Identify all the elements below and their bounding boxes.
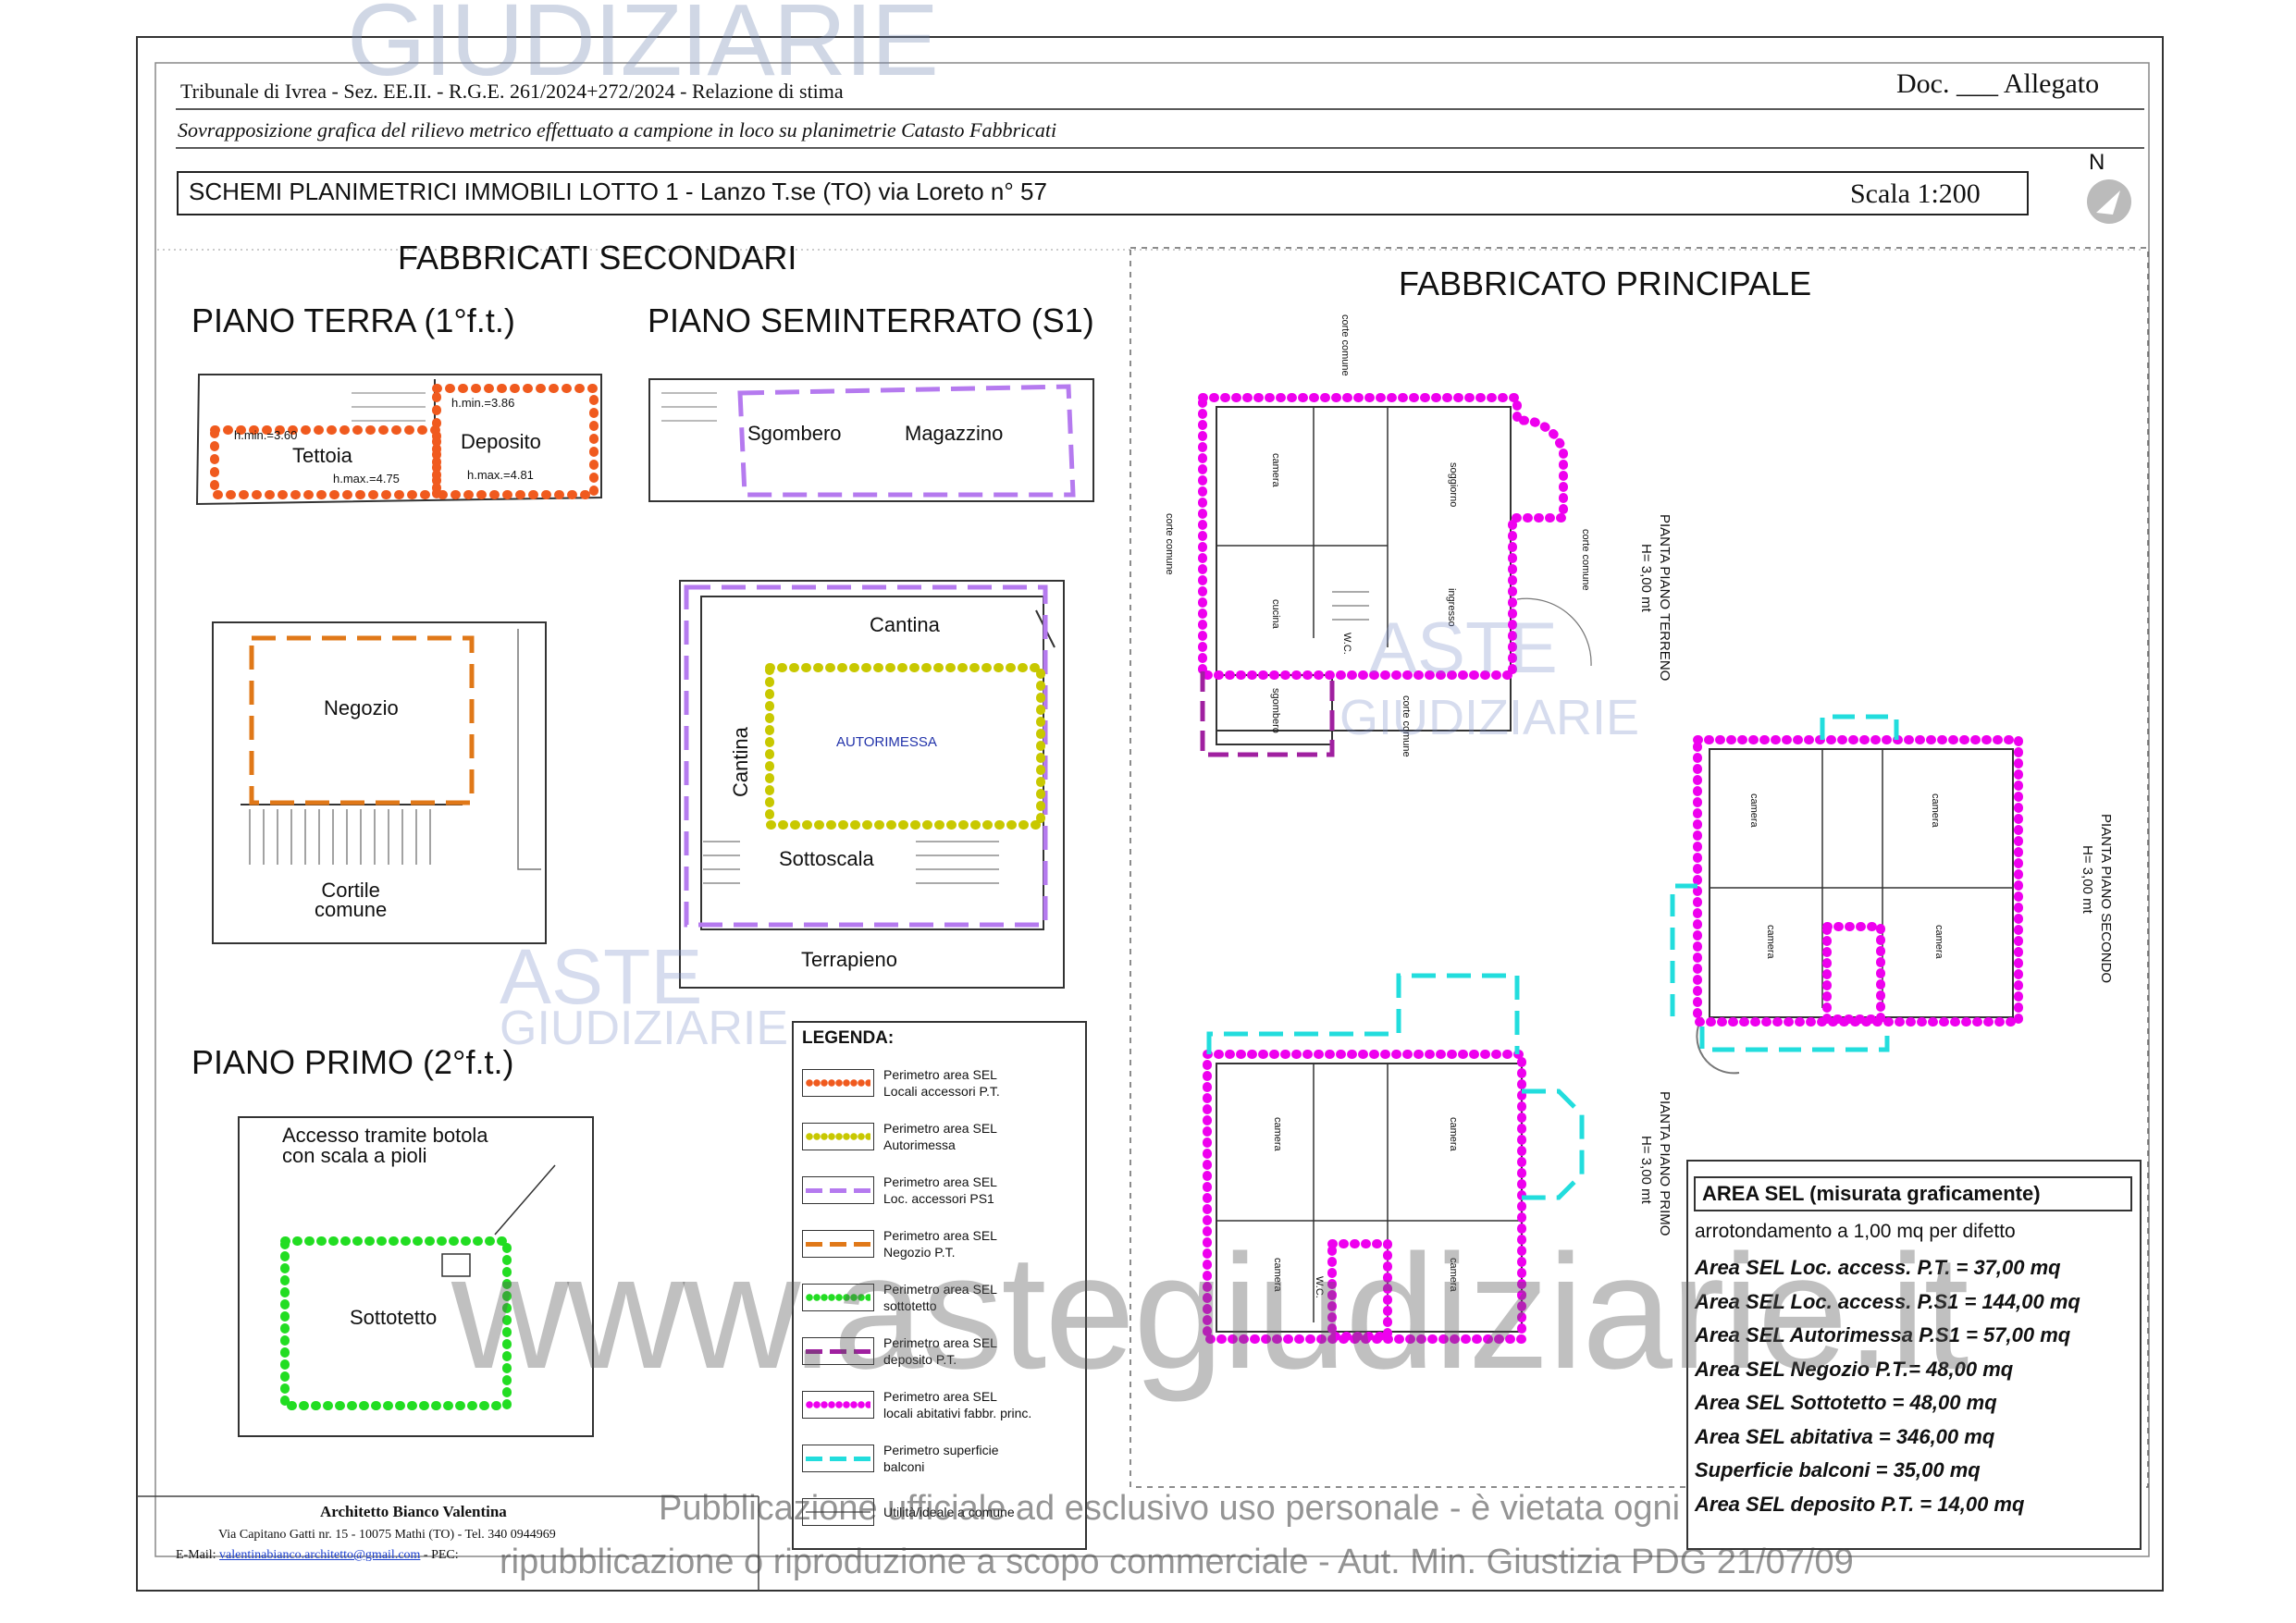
label-second-h: H= 3,00 mt — [2080, 845, 2095, 914]
room-autorimessa: AUTORIMESSA — [836, 734, 937, 750]
room-sottotetto: Sottotetto — [350, 1306, 438, 1329]
legend-item: Perimetro superficie balconi — [802, 1432, 1080, 1485]
room-camera-s4: camera — [1933, 925, 1944, 959]
room-soggiorno: soggiorno — [1448, 462, 1459, 508]
room-cucina: cucina — [1270, 599, 1281, 629]
title-first: PIANO PRIMO (2°f.t.) — [191, 1043, 514, 1081]
legend-swatch — [802, 1445, 874, 1472]
schemes-title: SCHEMI PLANIMETRICI IMMOBILI LOTTO 1 - L… — [189, 178, 1047, 205]
room-cantina-side: Cantina — [729, 727, 752, 797]
label-ground-h: H= 3,00 mt — [1638, 544, 1654, 612]
legend-title: LEGENDA: — [802, 1028, 895, 1048]
email-link[interactable]: valentinabianco.architetto@gmail.com — [219, 1548, 420, 1562]
watermark-giudiziarie-right: GIUDIZIARIE — [1339, 690, 1640, 745]
room-deposito: Deposito — [461, 430, 541, 453]
watermark-url: www.astegiudiziarie.it — [451, 1222, 1969, 1403]
legend-item-label: Perimetro area SEL Locali accessori P.T. — [883, 1067, 1000, 1099]
room-cortile: Cortile comune — [315, 879, 388, 921]
label-piano-secondo: PIANTA PIANO SECONDO — [2098, 814, 2114, 984]
perimeter-balconi-second — [1670, 714, 1899, 1052]
corte-label-right: corte comune — [1580, 529, 1591, 591]
watermark-notice-1: Pubblicazione ufficiale ad esclusivo uso… — [659, 1489, 1681, 1528]
label-first-h: H= 3,00 mt — [1638, 1136, 1654, 1204]
room-camera-s3: camera — [1765, 925, 1776, 959]
legend-item: Perimetro area SEL Locali accessori P.T. — [802, 1056, 1080, 1110]
hmin-1: h.min.=3.60 — [234, 428, 298, 442]
label-piano-primo: PIANTA PIANO PRIMO — [1657, 1091, 1673, 1236]
room-camera-f2: camera — [1448, 1117, 1459, 1151]
room-tettoia: Tettoia — [292, 444, 352, 467]
title-ground: PIANO TERRA (1°f.t.) — [191, 301, 515, 339]
legend-item-label: Perimetro area SEL Autorimessa — [883, 1121, 997, 1152]
room-camera-f1: camera — [1272, 1117, 1283, 1151]
legend-item-label: Perimetro area SEL Loc. accessori PS1 — [883, 1174, 997, 1206]
area-line: Area SEL abitativa = 346,00 mq — [1695, 1424, 1995, 1448]
architect-contacts: E-Mail: valentinabianco.architetto@gmail… — [176, 1548, 459, 1563]
legend-swatch — [802, 1123, 874, 1150]
area-line: Superficie balconi = 35,00 mq — [1695, 1458, 1981, 1482]
watermark-aste-right: ASTE — [1369, 607, 1558, 688]
legend-swatch — [802, 1176, 874, 1204]
room-camera-s2: camera — [1930, 793, 1941, 828]
legend-item: Perimetro area SEL Autorimessa — [802, 1110, 1080, 1163]
corte-label-top: corte comune — [1339, 314, 1351, 376]
watermark-notice-2: ripubblicazione o riproduzione a scopo c… — [500, 1543, 1854, 1581]
watermark-top: GIUDIZIARIE — [347, 0, 939, 97]
header-subtitle: Sovrapposizione grafica del rilievo metr… — [178, 118, 1057, 141]
corte-label-left: corte comune — [1164, 513, 1175, 575]
room-magazzino: Magazzino — [905, 422, 1004, 445]
hmax-2: h.max.=4.81 — [467, 468, 534, 482]
area-title: AREA SEL (misurata graficamente) — [1702, 1182, 2041, 1205]
area-line: Area SEL deposito P.T. = 14,00 mq — [1695, 1492, 2025, 1516]
title-secondary: FABBRICATI SECONDARI — [398, 239, 797, 277]
room-camera-s1: camera — [1748, 793, 1759, 828]
pec-label: - PEC: — [420, 1548, 459, 1562]
doc-label: Doc. ___ Allegato — [1896, 68, 2100, 99]
perimeter-negozio — [249, 635, 475, 805]
email-label: E-Mail: — [176, 1548, 220, 1562]
architect-name: Architetto Bianco Valentina — [320, 1503, 507, 1520]
watermark-giudiziarie-left: GIUDIZIARIE — [500, 1002, 789, 1055]
hmax-1: h.max.=4.75 — [333, 472, 400, 486]
label-piano-terreno: PIANTA PIANO TERRENO — [1657, 514, 1673, 682]
room-sgombero-main: sgombero — [1270, 688, 1281, 733]
room-sottoscala: Sottoscala — [779, 847, 874, 870]
room-terrapieno: Terrapieno — [801, 948, 897, 971]
note-accesso: Accesso tramite botola con scala a pioli — [282, 1124, 488, 1167]
scale-label: Scala 1:200 — [1850, 178, 1981, 209]
perimeter-deposito-main — [1200, 671, 1335, 757]
title-basement: PIANO SEMINTERRATO (S1) — [648, 301, 1094, 339]
title-main: FABBRICATO PRINCIPALE — [1399, 264, 1812, 302]
architect-address: Via Capitano Gatti nr. 15 - 10075 Mathi … — [218, 1528, 556, 1542]
hmin-2: h.min.=3.86 — [451, 396, 515, 410]
room-camera-g1: camera — [1270, 453, 1281, 487]
perimeter-main-second — [1693, 735, 2023, 1027]
room-negozio: Negozio — [324, 696, 399, 719]
room-wc-ground: W.C. — [1341, 633, 1352, 655]
north-label: N — [2089, 150, 2105, 175]
legend-item-label: Perimetro superficie balconi — [883, 1443, 999, 1474]
room-cantina-top: Cantina — [870, 613, 940, 636]
legend-item: Perimetro area SEL Loc. accessori PS1 — [802, 1163, 1080, 1217]
room-sgombero: Sgombero — [747, 422, 842, 445]
legend-swatch — [802, 1069, 874, 1097]
plan-basement-top — [648, 378, 1094, 502]
